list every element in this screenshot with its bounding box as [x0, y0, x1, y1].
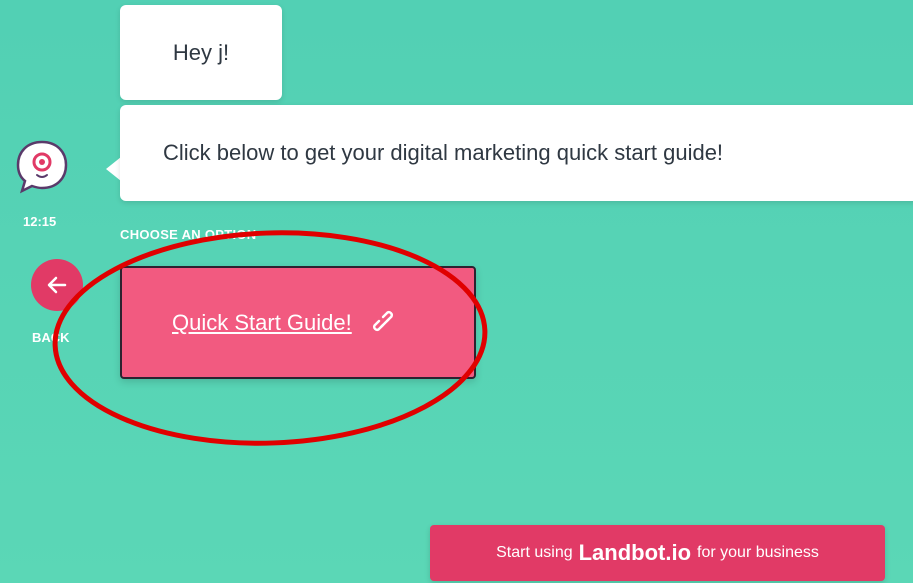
back-label: BACK [32, 330, 70, 345]
promo-brand-logo: Landbot.io [578, 540, 692, 565]
landbot-promo-button[interactable]: Start using Landbot.io for your business [430, 525, 885, 581]
options-label: CHOOSE AN OPTION [120, 227, 257, 242]
promo-prefix: Start using [496, 544, 573, 561]
option-label: Quick Start Guide! [172, 309, 352, 335]
promo-suffix: for your business [697, 544, 819, 561]
message-text: Hey j! [172, 39, 230, 65]
message-bubble-tail [106, 157, 121, 181]
arrow-left-icon [47, 276, 67, 294]
chat-message-greeting: Hey j! [120, 5, 282, 100]
message-timestamp: 12:15 [23, 214, 57, 229]
bot-avatar-icon [12, 136, 72, 196]
bot-avatar-graphic [16, 140, 68, 194]
link-icon [372, 310, 393, 331]
quick-start-guide-button[interactable]: Quick Start Guide! [120, 266, 476, 379]
message-text: Click below to get your digital marketin… [163, 140, 724, 165]
chat-message-prompt: Click below to get your digital marketin… [120, 105, 913, 201]
back-button[interactable] [31, 259, 83, 311]
